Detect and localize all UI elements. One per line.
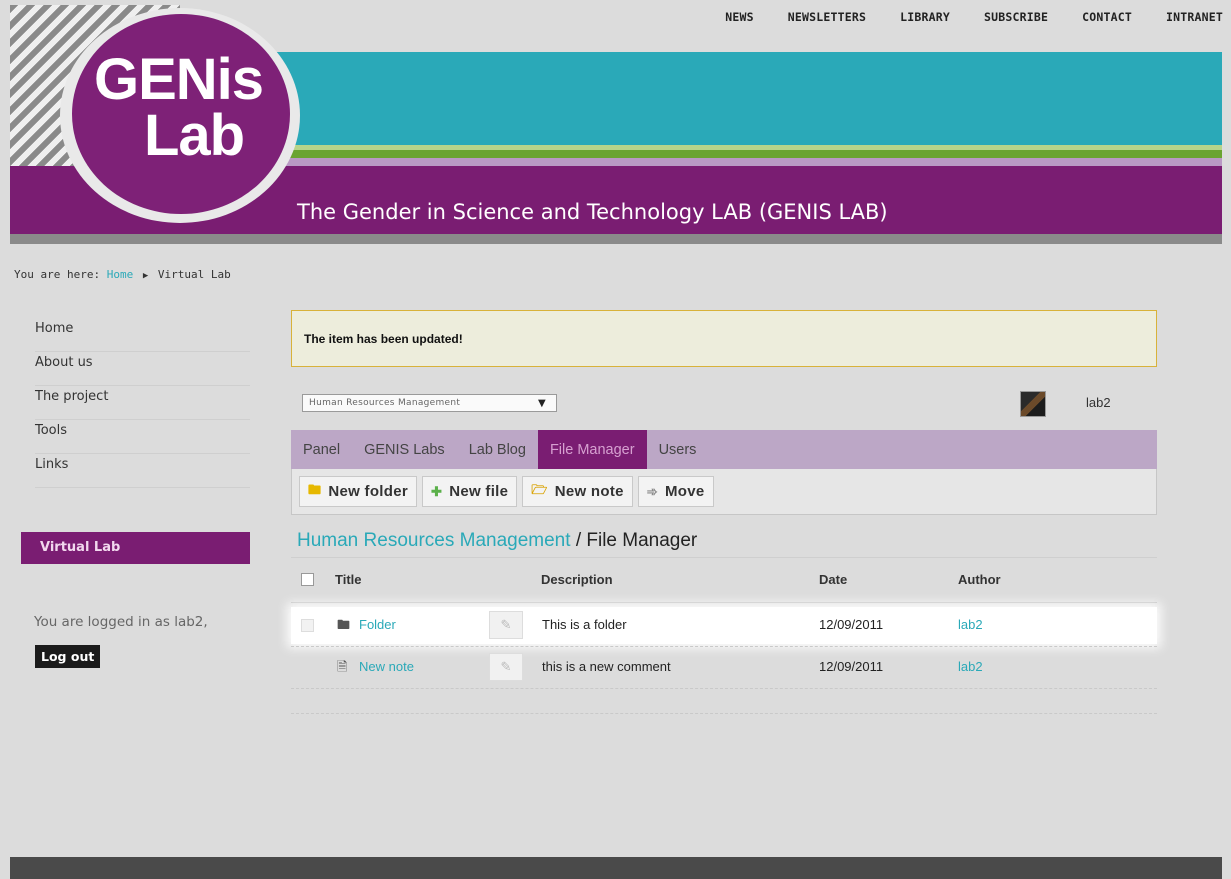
nav-subscribe[interactable]: SUBSCRIBE bbox=[984, 10, 1048, 24]
pencil-edit-icon[interactable]: ✎ bbox=[489, 653, 523, 681]
update-alert: The item has been updated! bbox=[291, 310, 1157, 367]
new-file-button[interactable]: ✚ New file bbox=[422, 476, 518, 507]
tab-panel[interactable]: Panel bbox=[291, 430, 352, 469]
new-folder-button[interactable]: 🖿 New folder bbox=[299, 476, 417, 507]
pencil-edit-icon[interactable]: ✎ bbox=[489, 611, 523, 639]
site-header: GENis Lab NEWS NEWSLETTERS LIBRARY SUBSC… bbox=[0, 0, 1231, 250]
logo-text-bottom: Lab bbox=[144, 103, 245, 168]
breadcrumb: You are here: Home ▶ Virtual Lab bbox=[14, 268, 231, 281]
note-icon: 🗎 bbox=[337, 659, 348, 674]
row-author-link[interactable]: lab2 bbox=[958, 617, 983, 632]
avatar[interactable] bbox=[1020, 391, 1046, 417]
row-divider bbox=[291, 688, 1157, 689]
sidebar-item-the-project[interactable]: The project bbox=[35, 386, 250, 420]
row-date: 12/09/2011 bbox=[819, 659, 884, 674]
move-button[interactable]: ➾ Move bbox=[637, 476, 714, 507]
column-author[interactable]: Author bbox=[958, 572, 1001, 587]
column-date[interactable]: Date bbox=[819, 572, 847, 587]
genis-lab-logo[interactable]: GENis Lab bbox=[72, 14, 290, 214]
sidebar-item-home[interactable]: Home bbox=[35, 318, 250, 352]
row-divider bbox=[291, 646, 1157, 647]
new-file-label: New file bbox=[449, 483, 509, 500]
row-title-link[interactable]: Folder bbox=[359, 617, 396, 632]
folder-icon: 🖿 bbox=[308, 481, 322, 497]
tab-genis-labs[interactable]: GENIS Labs bbox=[352, 430, 457, 469]
new-note-button[interactable]: 🗁 New note bbox=[522, 476, 633, 507]
top-navigation: NEWS NEWSLETTERS LIBRARY SUBSCRIBE CONTA… bbox=[725, 10, 1223, 24]
row-title-link[interactable]: New note bbox=[359, 659, 414, 674]
sidebar-item-links[interactable]: Links bbox=[35, 454, 250, 488]
nav-contact[interactable]: CONTACT bbox=[1082, 10, 1132, 24]
header-green-band bbox=[230, 150, 1222, 158]
nav-newsletters[interactable]: NEWSLETTERS bbox=[788, 10, 866, 24]
row-description: This is a folder bbox=[542, 617, 627, 632]
arrow-right-icon: ➾ bbox=[646, 483, 658, 499]
tab-lab-blog[interactable]: Lab Blog bbox=[457, 430, 538, 469]
table-bottom-divider bbox=[291, 713, 1157, 714]
lab-select[interactable]: Human Resources Management ▼ bbox=[302, 394, 557, 412]
table-row: 🗎 New note ✎ this is a new comment 12/09… bbox=[291, 649, 1157, 686]
sidebar-nav: Home About us The project Tools Links bbox=[35, 318, 250, 488]
table-row: 🖿 Folder ✎ This is a folder 12/09/2011 l… bbox=[291, 607, 1157, 644]
select-all-checkbox[interactable] bbox=[301, 573, 314, 586]
title-divider bbox=[291, 557, 1157, 558]
tab-users[interactable]: Users bbox=[647, 430, 709, 469]
page-title-suffix: / File Manager bbox=[575, 530, 698, 551]
breadcrumb-prefix: You are here: bbox=[14, 268, 101, 281]
lab-tabs: Panel GENIS Labs Lab Blog File Manager U… bbox=[291, 430, 1157, 469]
current-user-name[interactable]: lab2 bbox=[1086, 395, 1111, 410]
row-description: this is a new comment bbox=[542, 659, 671, 674]
row-date: 12/09/2011 bbox=[819, 617, 884, 632]
column-title[interactable]: Title bbox=[335, 572, 362, 587]
breadcrumb-current: Virtual Lab bbox=[157, 268, 231, 281]
sidebar-item-about-us[interactable]: About us bbox=[35, 352, 250, 386]
header-lilac-band bbox=[230, 158, 1222, 166]
header-gray-band bbox=[10, 234, 1222, 244]
move-label: Move bbox=[665, 483, 705, 500]
nav-news[interactable]: NEWS bbox=[725, 10, 754, 24]
plus-icon: ✚ bbox=[431, 483, 443, 499]
folder-icon: 🖿 bbox=[337, 617, 351, 632]
tab-file-manager[interactable]: File Manager bbox=[537, 430, 647, 469]
lab-select-value: Human Resources Management bbox=[309, 398, 461, 408]
logged-in-status: You are logged in as lab2, bbox=[34, 614, 208, 630]
new-note-label: New note bbox=[554, 483, 624, 500]
row-checkbox[interactable] bbox=[301, 619, 314, 632]
nav-intranet[interactable]: INTRANET bbox=[1166, 10, 1223, 24]
column-description[interactable]: Description bbox=[541, 572, 613, 587]
open-folder-icon: 🗁 bbox=[531, 481, 548, 497]
new-folder-label: New folder bbox=[328, 483, 408, 500]
breadcrumb-arrow-icon: ▶ bbox=[142, 271, 149, 281]
file-toolbar: 🖿 New folder ✚ New file 🗁 New note ➾ Mov… bbox=[291, 469, 1157, 515]
sidebar-item-tools[interactable]: Tools bbox=[35, 420, 250, 454]
sidebar-section-virtual-lab[interactable]: Virtual Lab bbox=[21, 532, 250, 564]
lab-title-link[interactable]: Human Resources Management bbox=[297, 530, 571, 551]
nav-library[interactable]: LIBRARY bbox=[900, 10, 950, 24]
page-title: Human Resources Management / File Manage… bbox=[297, 530, 697, 552]
dropdown-arrow-icon: ▼ bbox=[538, 398, 546, 409]
table-header: Title Description Date Author bbox=[291, 566, 1157, 603]
breadcrumb-home-link[interactable]: Home bbox=[107, 268, 134, 281]
footer-bar bbox=[10, 857, 1222, 879]
row-author-link[interactable]: lab2 bbox=[958, 659, 983, 674]
site-title: The Gender in Science and Technology LAB… bbox=[297, 200, 888, 224]
logout-button[interactable]: Log out bbox=[35, 645, 101, 668]
header-teal-band bbox=[275, 52, 1222, 145]
